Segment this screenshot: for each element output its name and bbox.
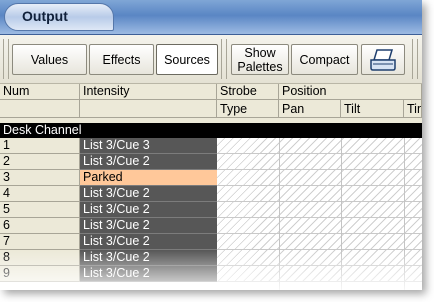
col-header-intensity[interactable]: Intensity <box>80 84 217 100</box>
intensity-cell[interactable]: List 3/Cue 2 <box>80 218 217 234</box>
sources-button[interactable]: Sources <box>156 44 218 75</box>
print-icon <box>368 48 398 72</box>
effects-button[interactable]: Effects <box>89 44 154 75</box>
col-subheader-pan[interactable]: Pan <box>279 100 341 118</box>
empty-attribute-cells[interactable] <box>217 234 422 250</box>
show-palettes-button[interactable]: Show Palettes <box>231 44 289 75</box>
print-button[interactable] <box>361 44 405 75</box>
empty-attribute-cells[interactable] <box>217 170 422 186</box>
grid-line <box>279 138 280 290</box>
empty-attribute-cells[interactable] <box>217 266 422 282</box>
table-row[interactable]: 3 Parked <box>0 170 422 186</box>
channel-number[interactable]: 4 <box>0 186 80 202</box>
table-row[interactable]: 7 List 3/Cue 2 <box>0 234 422 250</box>
col-subheader-type[interactable]: Type <box>217 100 279 118</box>
channel-number[interactable]: 1 <box>0 138 80 154</box>
grid-line <box>341 138 342 290</box>
channel-number[interactable]: 8 <box>0 250 80 266</box>
compact-button[interactable]: Compact <box>291 44 358 75</box>
intensity-cell[interactable]: List 3/Cue 2 <box>80 186 217 202</box>
col-header-num[interactable]: Num <box>0 84 80 100</box>
intensity-cell[interactable]: List 3/Cue 2 <box>80 266 217 282</box>
channel-number[interactable]: 3 <box>0 170 80 186</box>
col-subheader-time[interactable]: Tim <box>404 100 422 118</box>
empty-attribute-cells[interactable] <box>217 186 422 202</box>
table-row[interactable]: 2 List 3/Cue 2 <box>0 154 422 170</box>
channel-number[interactable]: 7 <box>0 234 80 250</box>
channel-number[interactable]: 6 <box>0 218 80 234</box>
group-row-desk-channel[interactable]: Desk Channel <box>0 123 422 138</box>
empty-attribute-cells[interactable] <box>217 250 422 266</box>
intensity-cell[interactable]: List 3/Cue 2 <box>80 234 217 250</box>
show-palettes-line1: Show <box>244 45 276 60</box>
grid-line <box>404 138 405 290</box>
intensity-cell[interactable]: List 3/Cue 3 <box>80 138 217 154</box>
empty-attribute-cells[interactable] <box>217 218 422 234</box>
col-subheader-tilt[interactable]: Tilt <box>341 100 404 118</box>
output-window: Output Values Effects Sources Show Palet… <box>0 0 422 290</box>
col-header-position[interactable]: Position <box>279 84 422 100</box>
toolbar-separator <box>412 39 418 79</box>
intensity-cell[interactable]: List 3/Cue 2 <box>80 250 217 266</box>
col-header-strobe[interactable]: Strobe <box>217 84 279 100</box>
empty-attribute-cells[interactable] <box>217 202 422 218</box>
values-button[interactable]: Values <box>12 44 87 75</box>
window-title: Output <box>22 8 68 24</box>
channel-number[interactable]: 2 <box>0 154 80 170</box>
col-subheader-intensity <box>80 100 217 118</box>
empty-attribute-cells[interactable] <box>217 154 422 170</box>
col-subheader-num <box>0 100 80 118</box>
channel-number[interactable]: 9 <box>0 266 80 282</box>
table-row[interactable]: 9 List 3/Cue 2 <box>0 266 422 282</box>
intensity-cell[interactable]: List 3/Cue 2 <box>80 154 217 170</box>
toolbar: Values Effects Sources Show Palettes Com… <box>0 35 422 84</box>
intensity-cell[interactable]: List 3/Cue 2 <box>80 202 217 218</box>
table-row[interactable]: 1 List 3/Cue 3 <box>0 138 422 154</box>
table-row[interactable]: 5 List 3/Cue 2 <box>0 202 422 218</box>
table-row[interactable]: 4 List 3/Cue 2 <box>0 186 422 202</box>
show-palettes-line2: Palettes <box>237 59 283 74</box>
table-row[interactable]: 8 List 3/Cue 2 <box>0 250 422 266</box>
intensity-cell[interactable]: Parked <box>80 170 217 186</box>
empty-attribute-cells[interactable] <box>217 138 422 154</box>
toolbar-separator <box>3 39 9 79</box>
output-grid[interactable]: Num Intensity Strobe Position Type Pan T… <box>0 84 422 290</box>
title-bar: Output <box>0 0 422 35</box>
table-row[interactable]: 6 List 3/Cue 2 <box>0 218 422 234</box>
toolbar-separator <box>221 39 227 79</box>
channel-number[interactable]: 5 <box>0 202 80 218</box>
